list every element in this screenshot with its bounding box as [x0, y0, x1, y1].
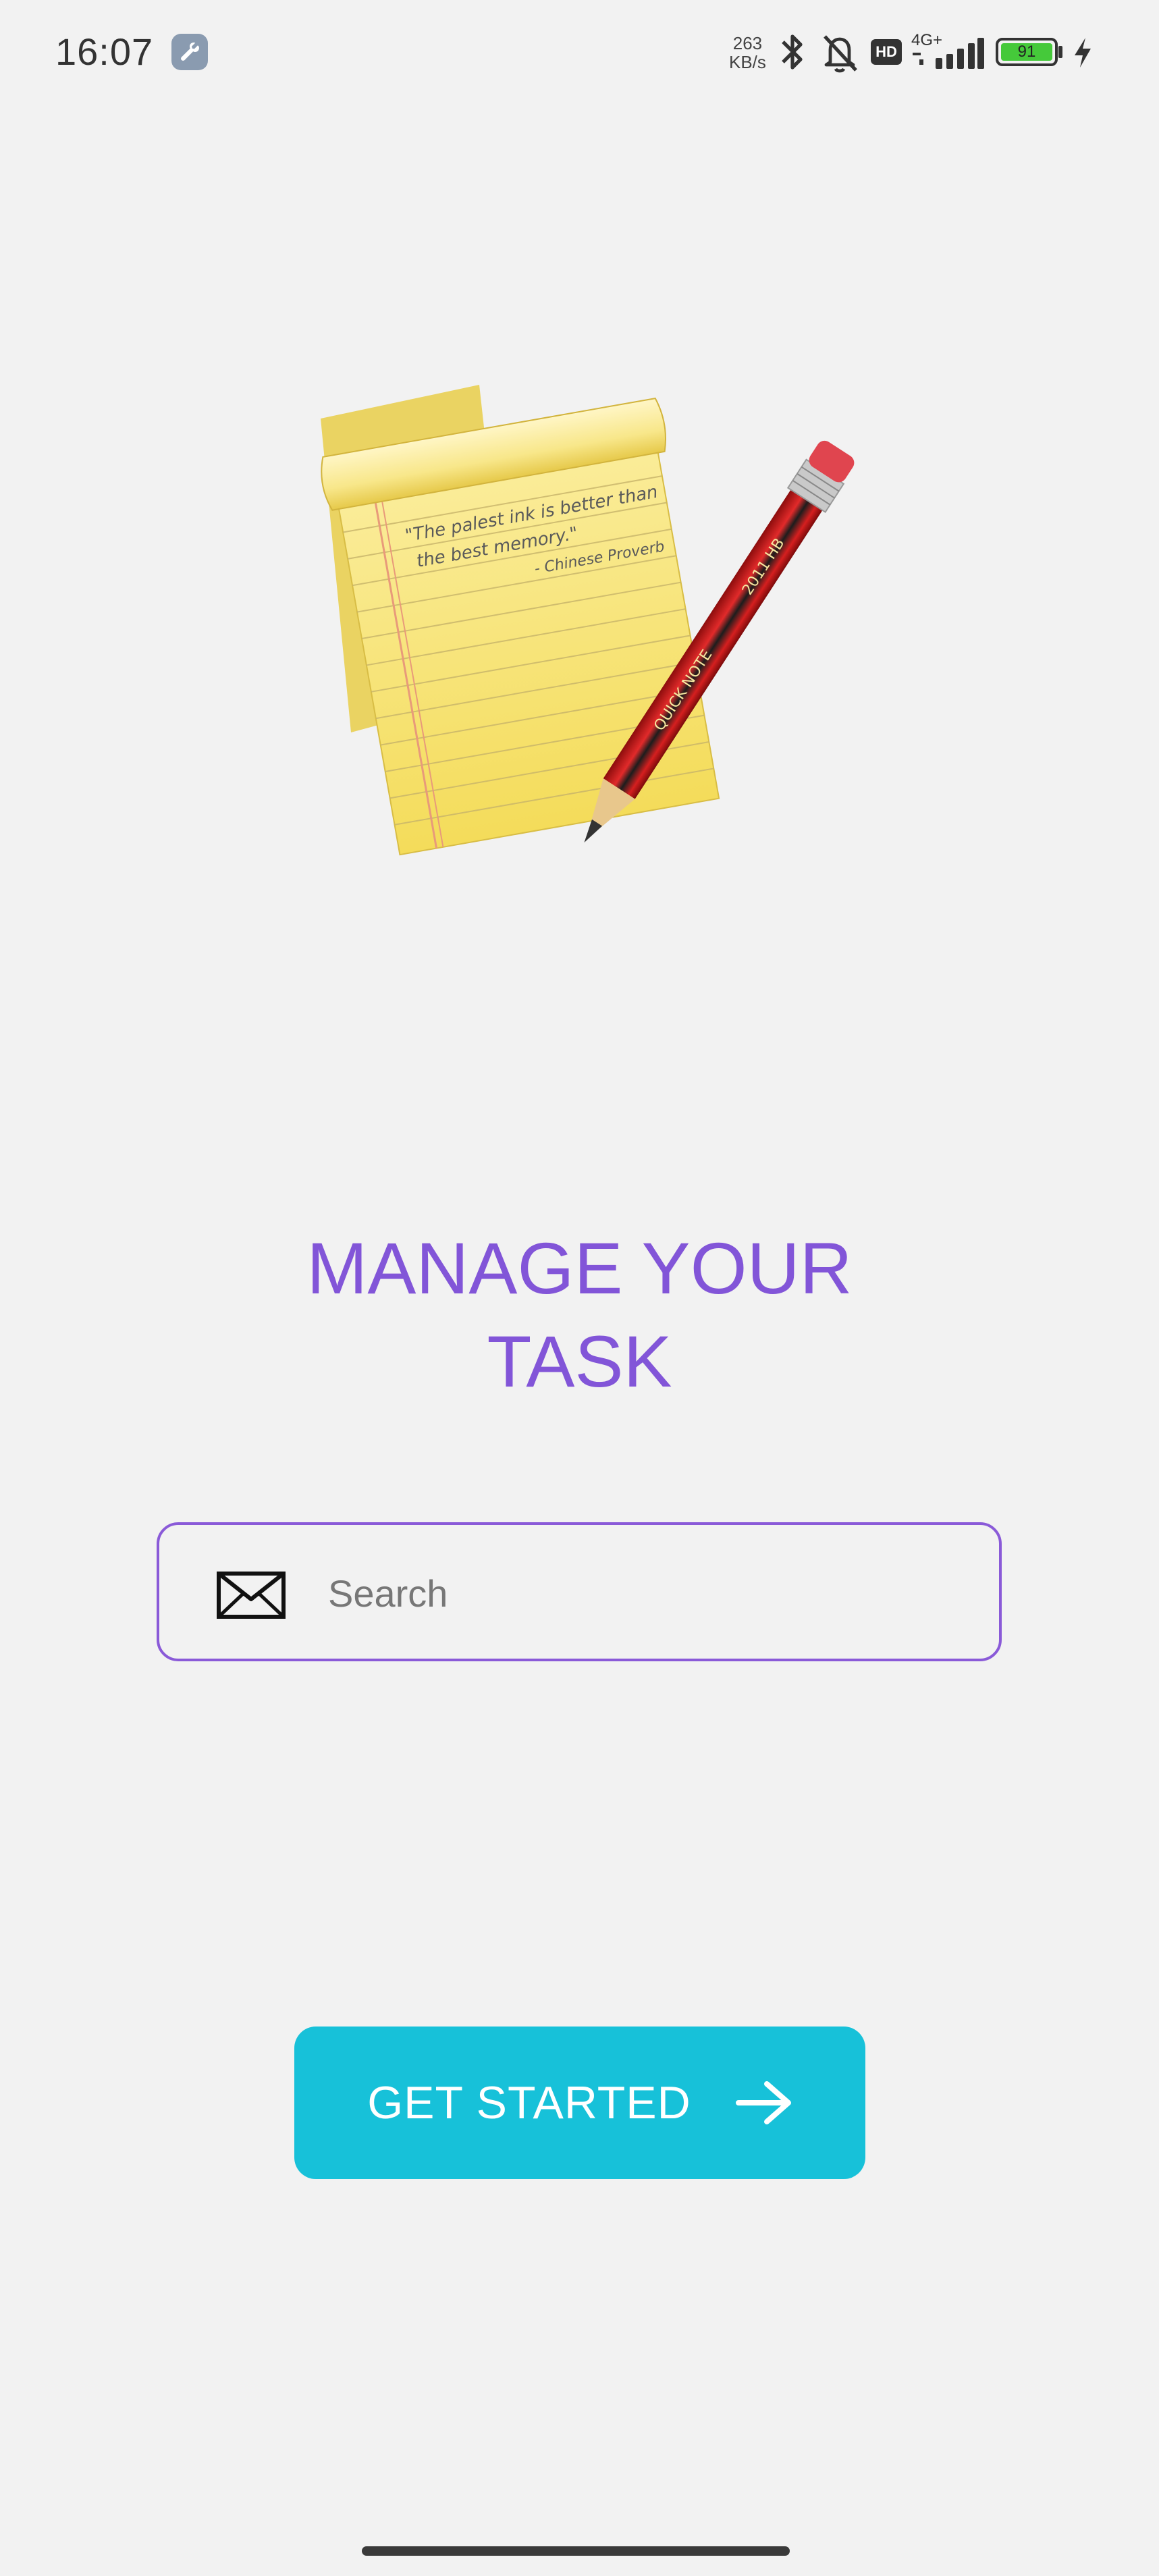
bell-off-icon	[824, 35, 857, 73]
hd-badge: HD	[871, 39, 902, 65]
signal-icon	[913, 38, 984, 69]
status-bar: 16:07 263 KB/s HD 4G+ 91	[0, 0, 1159, 108]
status-time: 16:07	[55, 30, 154, 73]
arrow-right-icon	[735, 2081, 791, 2124]
search-input[interactable]	[327, 1552, 964, 1634]
mail-icon	[217, 1572, 286, 1619]
headline-line2: TASK	[487, 1320, 672, 1402]
headline-line1: MANAGE YOUR	[306, 1227, 853, 1309]
get-started-label: GET STARTED	[367, 2077, 691, 2128]
network-speed-unit: KB/s	[729, 52, 766, 72]
battery-indicator: 91	[996, 38, 1058, 66]
notepad-pencil-illustration: "The palest ink is better than the best …	[321, 385, 855, 856]
search-field[interactable]	[157, 1522, 1002, 1661]
page-headline: MANAGE YOUR TASK	[0, 1222, 1159, 1408]
get-started-button[interactable]: GET STARTED	[294, 2027, 865, 2179]
wrench-icon	[171, 34, 208, 70]
battery-level: 91	[1001, 43, 1052, 61]
battery-cap	[1058, 46, 1062, 58]
home-indicator[interactable]	[362, 2546, 790, 2556]
charging-icon	[1075, 38, 1091, 68]
network-speed: 263 KB/s	[729, 34, 766, 72]
bluetooth-icon	[782, 34, 803, 70]
network-speed-value: 263	[732, 33, 763, 53]
